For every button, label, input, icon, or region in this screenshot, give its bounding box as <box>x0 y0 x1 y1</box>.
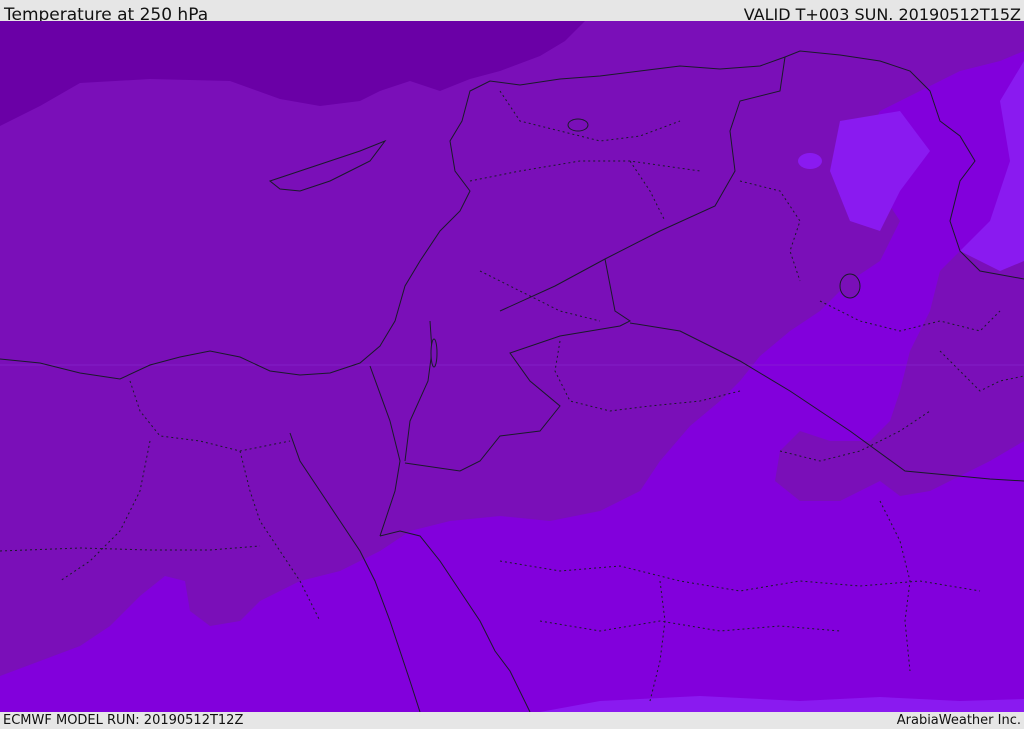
credit-text: ArabiaWeather Inc. <box>896 713 1021 728</box>
temperature-map[interactable] <box>0 21 1024 712</box>
field-bright-spot <box>798 153 822 169</box>
dead-sea <box>430 338 438 368</box>
lake <box>567 118 589 132</box>
header-bar: Temperature at 250 hPa VALID T+003 SUN. … <box>0 0 1024 25</box>
lake-east <box>839 273 861 299</box>
model-run: ECMWF MODEL RUN: 20190512T12Z <box>3 713 244 728</box>
map-canvas <box>0 21 1024 712</box>
footer-bar: ECMWF MODEL RUN: 20190512T12Z ArabiaWeat… <box>0 712 1024 729</box>
